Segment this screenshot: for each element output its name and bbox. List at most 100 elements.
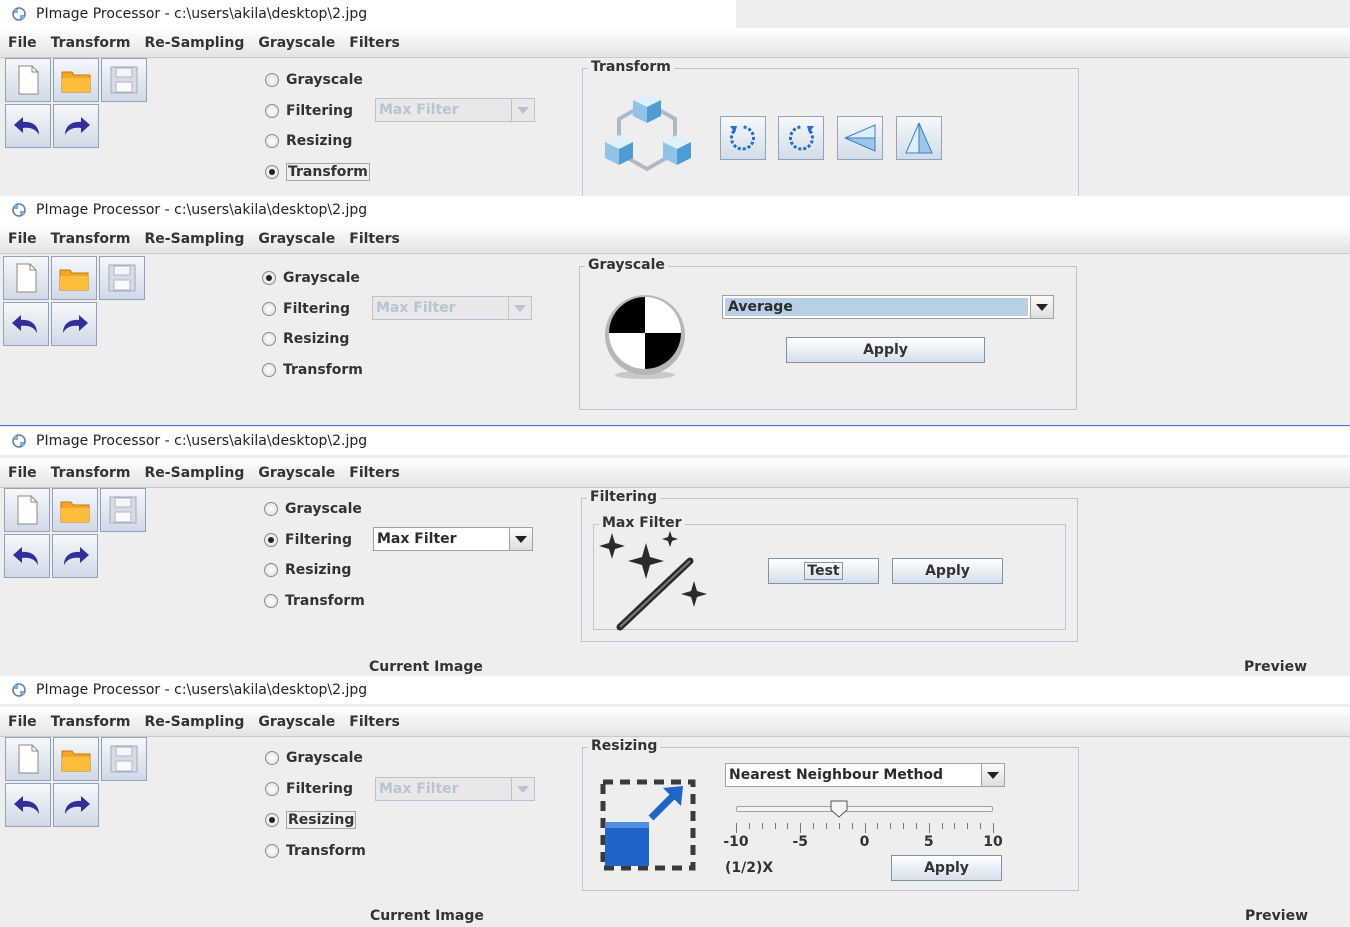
slider-tick [761,823,763,829]
radio-dot-selected [265,165,279,179]
open-button[interactable] [52,488,98,532]
window-transform: PImage Processor - c:\users\akila\deskto… [0,0,1350,196]
menu-file[interactable]: File [2,231,45,247]
group-title: Grayscale [585,256,668,274]
radio-resizing[interactable]: Resizing [262,328,349,350]
filter-select[interactable]: Max Filter [375,777,535,801]
radio-grayscale[interactable]: Grayscale [265,69,363,91]
radio-label: Transform [286,843,366,859]
radio-dot [265,844,279,858]
radio-grayscale[interactable]: Grayscale [265,747,363,769]
slider-tick [774,823,776,829]
open-button[interactable] [53,58,99,102]
menu-resampling[interactable]: Re-Sampling [139,35,253,51]
menu-resampling[interactable]: Re-Sampling [139,714,253,730]
save-button[interactable] [101,737,147,781]
slider-tick [890,823,892,829]
menu-filters[interactable]: Filters [343,35,408,51]
redo-button[interactable] [53,104,99,148]
menu-filters[interactable]: Filters [343,714,408,730]
undo-button[interactable] [5,783,51,827]
save-button[interactable] [100,488,146,532]
redo-button[interactable] [51,302,97,346]
menu-resampling[interactable]: Re-Sampling [139,465,253,481]
radio-transform[interactable]: Transform [265,161,370,183]
radio-filtering[interactable]: Filtering [265,100,353,122]
radio-filtering[interactable]: Filtering [264,529,352,551]
radio-resizing[interactable]: Resizing [264,559,351,581]
new-button[interactable] [3,256,49,300]
new-button[interactable] [5,58,51,102]
menu-filters[interactable]: Filters [343,465,408,481]
filter-select[interactable]: Max Filter [375,98,535,122]
redo-arrow-icon [65,796,90,814]
menu-bar: File Transform Re-Sampling Grayscale Fil… [0,28,1350,58]
resize-slider-track[interactable] [736,806,993,812]
radio-transform[interactable]: Transform [264,590,365,612]
rotate-right-button[interactable] [778,116,824,160]
grayscale-apply-button[interactable]: Apply [786,337,985,363]
menu-transform[interactable]: Transform [45,714,139,730]
save-button[interactable] [99,256,145,300]
menu-transform[interactable]: Transform [45,231,139,247]
transform-group: Transform [582,58,1079,196]
grayscale-group: Grayscale Average Apply [579,256,1077,410]
resize-method-select[interactable]: Nearest Neighbour Method [725,763,1005,787]
redo-arrow-icon [63,315,88,333]
redo-button[interactable] [53,783,99,827]
menu-file[interactable]: File [2,465,45,481]
menu-transform[interactable]: Transform [45,465,139,481]
grayscale-method-select[interactable]: Average [722,295,1054,319]
grayscale-disc-icon [605,295,685,379]
filter-apply-button[interactable]: Apply [892,558,1003,584]
radio-filtering[interactable]: Filtering [265,778,353,800]
menu-grayscale[interactable]: Grayscale [252,231,343,247]
radio-filtering[interactable]: Filtering [262,298,350,320]
title-bar: PImage Processor - c:\users\akila\deskto… [0,196,1350,224]
radio-dot [262,302,276,316]
filter-select[interactable]: Max Filter [372,296,532,320]
undo-button[interactable] [4,534,50,578]
open-folder-icon [59,269,89,291]
menu-grayscale[interactable]: Grayscale [252,465,343,481]
filter-select[interactable]: Max Filter [373,527,533,551]
resize-apply-button[interactable]: Apply [891,855,1002,881]
resize-slider-thumb[interactable] [830,800,848,818]
menu-bar: File Transform Re-Sampling Grayscale Fil… [0,224,1350,254]
new-button[interactable] [4,488,50,532]
filter-test-button[interactable]: Test [768,558,879,584]
new-button[interactable] [5,737,51,781]
menu-transform[interactable]: Transform [45,35,139,51]
undo-button[interactable] [3,302,49,346]
save-button[interactable] [101,58,147,102]
menu-file[interactable]: File [2,714,45,730]
menu-grayscale[interactable]: Grayscale [252,714,343,730]
radio-grayscale[interactable]: Grayscale [264,498,362,520]
flip-horizontal-button[interactable] [837,116,883,160]
rotate-left-button[interactable] [720,116,766,160]
radio-label: Grayscale [283,270,360,286]
preview-caption: Preview [1244,659,1308,675]
resize-method-value: Nearest Neighbour Method [729,767,944,783]
chevron-down-icon [1030,296,1053,318]
menu-bar: File Transform Re-Sampling Grayscale Fil… [0,707,1350,737]
flip-vertical-button[interactable] [896,116,942,160]
window-title: PImage Processor - c:\users\akila\deskto… [36,433,368,449]
undo-button[interactable] [5,104,51,148]
menu-resampling[interactable]: Re-Sampling [139,231,253,247]
radio-resizing[interactable]: Resizing [265,809,357,831]
menu-grayscale[interactable]: Grayscale [252,35,343,51]
slider-tick [851,823,853,829]
radio-resizing[interactable]: Resizing [265,130,352,152]
radio-grayscale[interactable]: Grayscale [262,267,360,289]
filter-select-value: Max Filter [377,531,457,547]
menu-file[interactable]: File [2,35,45,51]
app-icon [12,7,26,21]
open-button[interactable] [51,256,97,300]
window-filtering: PImage Processor - c:\users\akila\deskto… [0,427,1350,676]
menu-filters[interactable]: Filters [343,231,408,247]
radio-transform[interactable]: Transform [262,359,363,381]
radio-transform[interactable]: Transform [265,840,366,862]
redo-button[interactable] [52,534,98,578]
open-button[interactable] [53,737,99,781]
